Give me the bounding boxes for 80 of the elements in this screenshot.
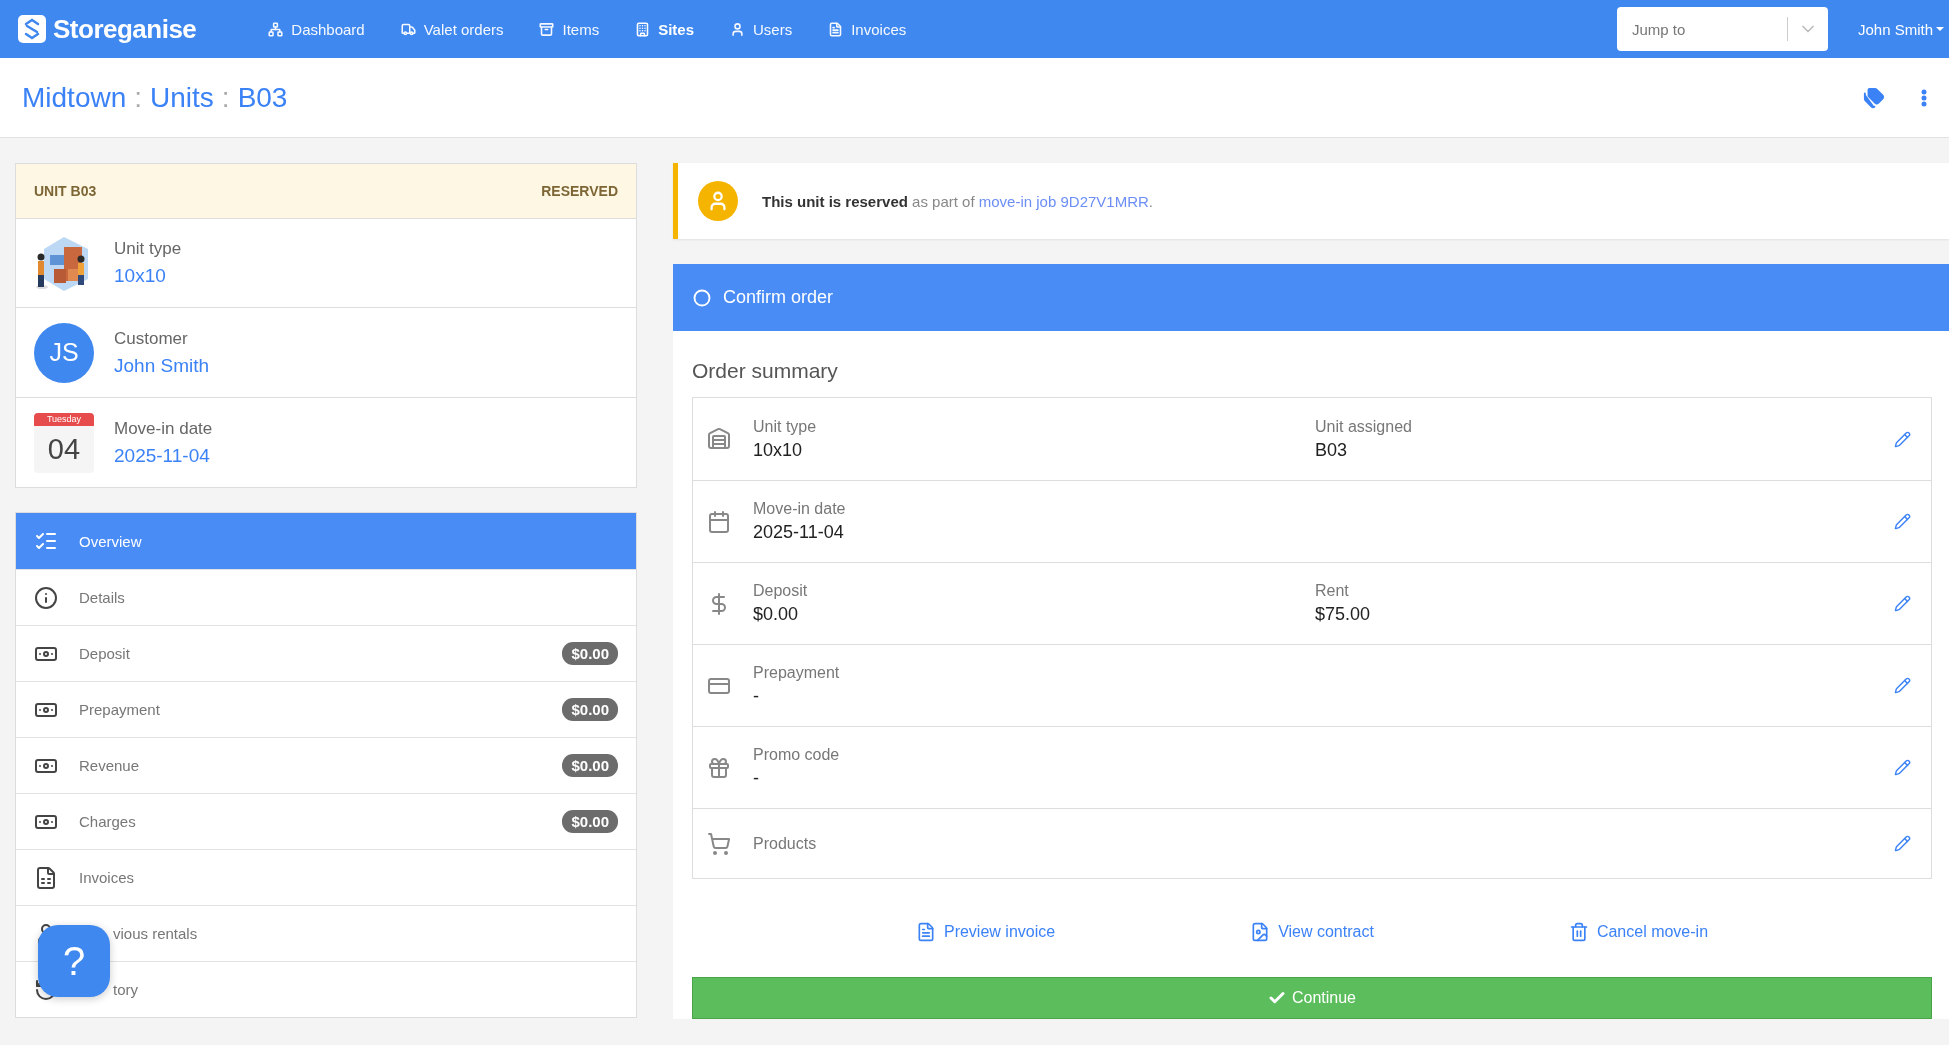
section-title: Order summary [692, 359, 839, 383]
edit-button[interactable] [1894, 677, 1911, 694]
field-label: Prepayment [753, 664, 841, 682]
invoice-icon [34, 865, 58, 890]
more-options-button[interactable] [1921, 88, 1927, 107]
edit-button[interactable] [1894, 835, 1911, 852]
field-label: Move-in date [753, 500, 847, 518]
garage-icon [707, 427, 731, 451]
truck-icon [400, 21, 416, 37]
info-icon [34, 585, 58, 610]
unit-status: RESERVED [541, 183, 618, 199]
amount-badge: $0.00 [562, 698, 618, 721]
field-label: Promo code [753, 746, 841, 764]
field-label: Products [753, 834, 818, 853]
tags-button[interactable] [1863, 86, 1885, 109]
building-icon [635, 21, 651, 37]
move-in-job-link[interactable]: move-in job 9D27V1MRR [978, 192, 1149, 210]
info-value-link[interactable]: 2025-11-04 [114, 444, 213, 467]
breadcrumb-separator: : [221, 81, 230, 114]
field-value: B03 [1315, 439, 1349, 461]
field-label: Unit assigned [1315, 417, 1413, 436]
gift-icon [707, 755, 731, 780]
user-menu[interactable]: John Smith [1857, 20, 1949, 38]
field-value: 2025-11-04 [753, 522, 845, 543]
field-value: - [753, 768, 760, 789]
nav-link[interactable]: Valet orders [400, 20, 504, 38]
edit-button[interactable] [1894, 759, 1911, 776]
edit-button[interactable] [1894, 430, 1911, 448]
nav-link[interactable]: Invoices [828, 20, 907, 38]
action-link[interactable]: Cancel move-in [1568, 922, 1709, 942]
unit-title: UNIT B03 [34, 183, 97, 199]
nav-link[interactable]: Users [730, 20, 793, 38]
nav-link[interactable]: Items [539, 20, 600, 38]
amount-badge: $0.00 [562, 642, 618, 665]
nav-link[interactable]: Dashboard [268, 20, 365, 38]
breadcrumb-link[interactable]: Midtown [22, 81, 127, 114]
calendar-icon [707, 509, 731, 534]
info-label: Move-in date [114, 418, 213, 439]
field-value: - [753, 686, 760, 707]
date-badge: Tuesday 04 [34, 412, 94, 473]
menu-item[interactable]: Overview [16, 513, 636, 569]
document-icon [828, 21, 844, 37]
archive-icon [539, 21, 555, 37]
amount-badge: $0.00 [562, 754, 618, 777]
breadcrumb-separator: : [134, 81, 143, 114]
info-label: Unit type [114, 239, 182, 259]
edit-button[interactable] [1894, 595, 1911, 612]
document-icon [1250, 922, 1271, 942]
info-value-link[interactable]: 10x10 [114, 265, 182, 287]
alert-message: This unit is reserved as part of move-in job 9D27V1MRR. [762, 192, 1153, 210]
jump-to-select[interactable]: Jump to [1616, 7, 1828, 51]
trash-icon [1568, 922, 1589, 942]
cart-icon [707, 831, 731, 856]
step-title: Confirm order [723, 287, 834, 308]
nav-link[interactable]: Sites [635, 20, 695, 38]
field-label: Rent [1315, 582, 1350, 600]
customer-avatar: JS [34, 322, 94, 383]
field-label: Unit type [753, 417, 818, 436]
action-link[interactable]: View contract [1250, 922, 1374, 942]
continue-button[interactable]: Continue [692, 977, 1932, 1019]
info-value-link[interactable]: John Smith [114, 354, 210, 377]
sitemap-icon [268, 21, 284, 37]
user-icon [730, 21, 746, 37]
field-value: $75.00 [1315, 604, 1372, 625]
logo-icon [17, 14, 47, 44]
help-button[interactable]: ? [38, 925, 110, 997]
logo-text: Storeganise [53, 13, 197, 45]
field-label: Deposit [753, 582, 809, 600]
breadcrumb-link[interactable]: Units [150, 81, 214, 114]
user-icon [698, 181, 738, 221]
edit-button[interactable] [1894, 513, 1911, 530]
breadcrumb-link[interactable]: B03 [237, 81, 288, 114]
field-value: $0.00 [753, 604, 800, 625]
amount-badge: $0.00 [562, 810, 618, 833]
more-options-icon [1921, 88, 1927, 107]
action-link[interactable]: Preview invoice [915, 922, 1056, 942]
tags-icon [1863, 86, 1885, 109]
info-label: Customer [114, 328, 189, 349]
field-value: 10x10 [753, 439, 804, 461]
caret-icon [1935, 26, 1945, 32]
